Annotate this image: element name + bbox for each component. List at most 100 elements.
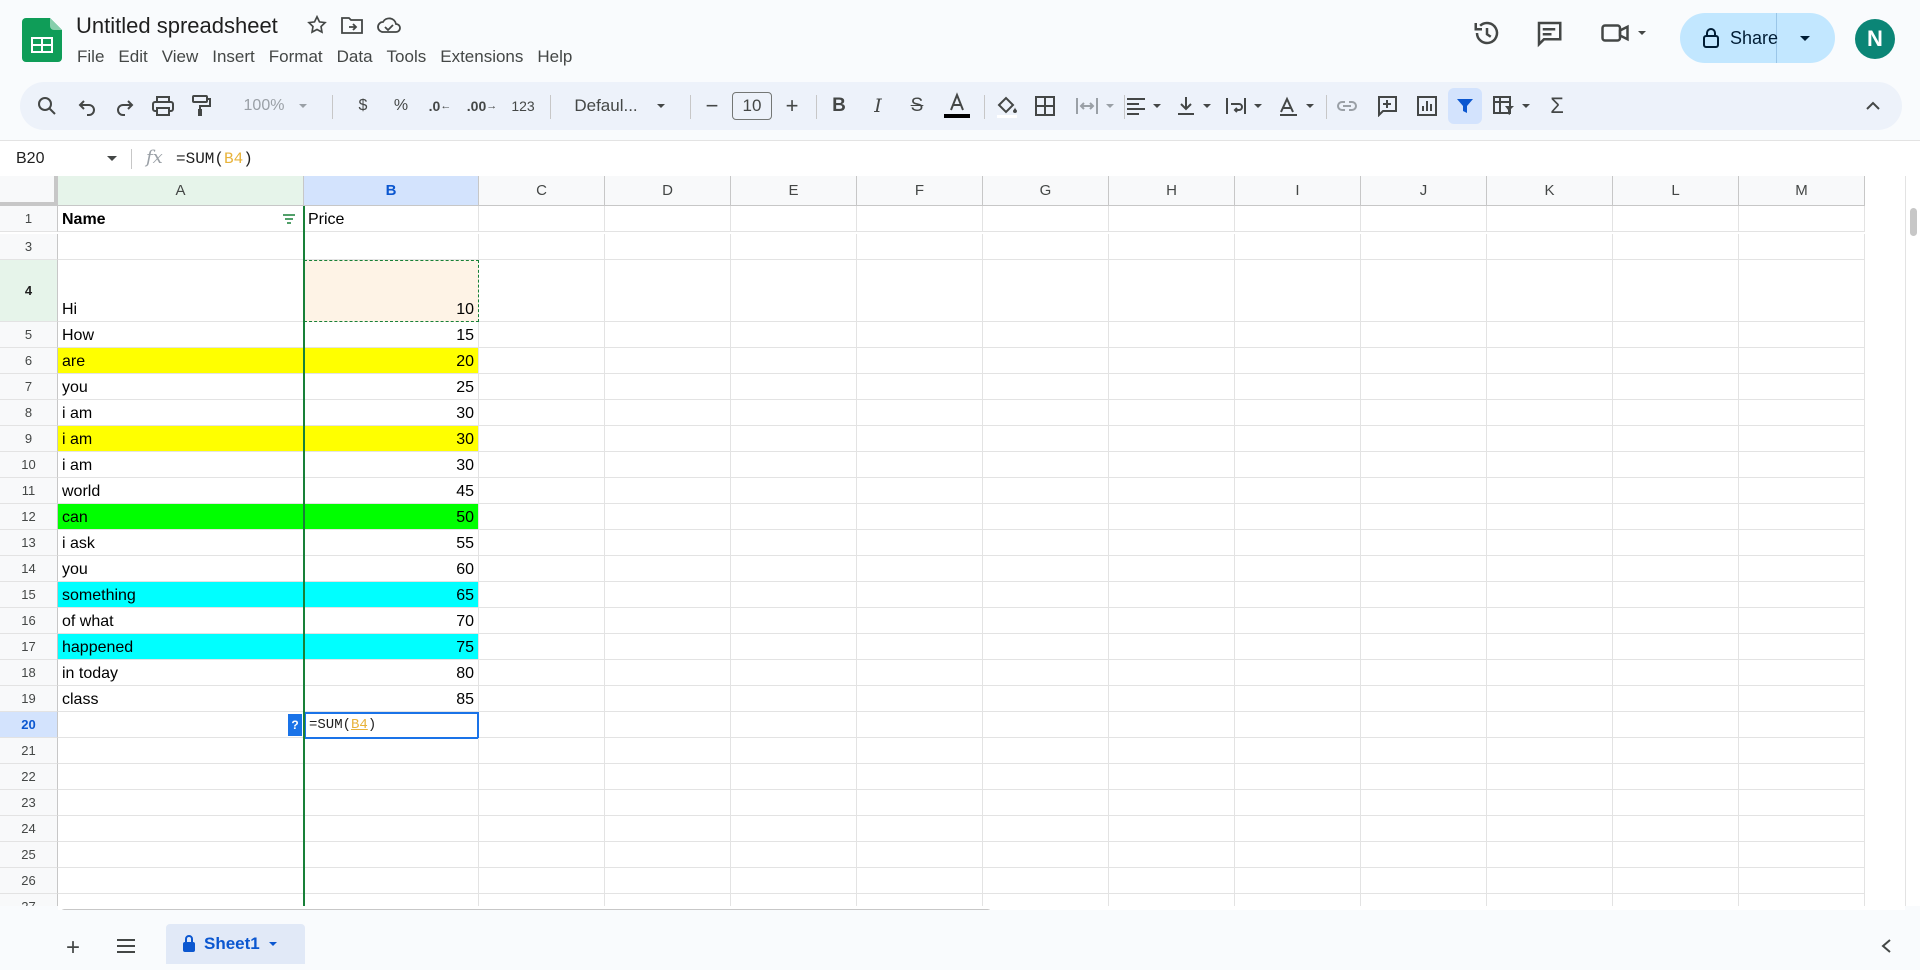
cell-d3[interactable]	[605, 234, 731, 260]
account-avatar[interactable]: N	[1855, 19, 1895, 59]
cell-i19[interactable]	[1235, 686, 1361, 712]
cell-a7[interactable]: you	[58, 374, 304, 400]
vertical-scrollbar[interactable]	[1905, 176, 1920, 906]
vertical-scroll-thumb[interactable]	[1910, 208, 1917, 236]
cell-k8[interactable]	[1487, 400, 1613, 426]
cell-j20[interactable]	[1361, 712, 1487, 738]
cell-i27[interactable]	[1235, 894, 1361, 906]
cell-c10[interactable]	[479, 452, 605, 478]
menu-help[interactable]: Help	[530, 46, 579, 70]
cell-h6[interactable]	[1109, 348, 1235, 374]
cell-l15[interactable]	[1613, 582, 1739, 608]
cell-e8[interactable]	[731, 400, 857, 426]
cell-j27[interactable]	[1361, 894, 1487, 906]
cell-d12[interactable]	[605, 504, 731, 530]
cell-b7[interactable]: 25	[304, 374, 479, 400]
cell-d13[interactable]	[605, 530, 731, 556]
cell-g6[interactable]	[983, 348, 1109, 374]
cell-m8[interactable]	[1739, 400, 1865, 426]
cell-f19[interactable]	[857, 686, 983, 712]
cell-m26[interactable]	[1739, 868, 1865, 894]
cell-b13[interactable]: 55	[304, 530, 479, 556]
borders-icon[interactable]	[1030, 82, 1060, 130]
cell-b16[interactable]: 70	[304, 608, 479, 634]
cell-f23[interactable]	[857, 790, 983, 816]
currency-format-button[interactable]: $	[350, 82, 376, 130]
cell-b21[interactable]	[304, 738, 479, 764]
cell-l6[interactable]	[1613, 348, 1739, 374]
star-icon[interactable]	[306, 14, 328, 36]
decrease-decimal-button[interactable]: .0 ←	[424, 82, 456, 130]
row-header-12[interactable]: 12	[0, 504, 58, 530]
row-header-10[interactable]: 10	[0, 452, 58, 478]
cell-e27[interactable]	[731, 894, 857, 906]
meet-button[interactable]	[1600, 18, 1648, 48]
cell-c6[interactable]	[479, 348, 605, 374]
cell-l13[interactable]	[1613, 530, 1739, 556]
cell-c1[interactable]	[479, 206, 605, 232]
cell-a3[interactable]	[58, 234, 304, 260]
cell-g11[interactable]	[983, 478, 1109, 504]
cell-l19[interactable]	[1613, 686, 1739, 712]
italic-button[interactable]: I	[865, 82, 891, 130]
cell-j23[interactable]	[1361, 790, 1487, 816]
cell-j11[interactable]	[1361, 478, 1487, 504]
cell-k1[interactable]	[1487, 206, 1613, 232]
cell-k6[interactable]	[1487, 348, 1613, 374]
text-wrapping-icon[interactable]	[1220, 82, 1268, 130]
cell-a24[interactable]	[58, 816, 304, 842]
row-header-25[interactable]: 25	[0, 842, 58, 868]
cell-l5[interactable]	[1613, 322, 1739, 348]
cell-m25[interactable]	[1739, 842, 1865, 868]
cell-i21[interactable]	[1235, 738, 1361, 764]
cell-l8[interactable]	[1613, 400, 1739, 426]
cell-j7[interactable]	[1361, 374, 1487, 400]
cell-l17[interactable]	[1613, 634, 1739, 660]
cell-k17[interactable]	[1487, 634, 1613, 660]
cell-a8[interactable]: i am	[58, 400, 304, 426]
cell-f11[interactable]	[857, 478, 983, 504]
cell-b3[interactable]	[304, 234, 479, 260]
cell-f5[interactable]	[857, 322, 983, 348]
cell-b6[interactable]: 20	[304, 348, 479, 374]
cell-e18[interactable]	[731, 660, 857, 686]
cell-k26[interactable]	[1487, 868, 1613, 894]
cell-f13[interactable]	[857, 530, 983, 556]
cell-b24[interactable]	[304, 816, 479, 842]
cell-b4[interactable]: 10	[304, 260, 479, 322]
cell-c11[interactable]	[479, 478, 605, 504]
row-header-27[interactable]: 27	[0, 894, 58, 906]
column-header-f[interactable]: F	[857, 176, 983, 206]
cell-m23[interactable]	[1739, 790, 1865, 816]
cell-a5[interactable]: How	[58, 322, 304, 348]
cell-k16[interactable]	[1487, 608, 1613, 634]
cell-g7[interactable]	[983, 374, 1109, 400]
cell-m5[interactable]	[1739, 322, 1865, 348]
cell-g3[interactable]	[983, 234, 1109, 260]
cell-d8[interactable]	[605, 400, 731, 426]
cell-f12[interactable]	[857, 504, 983, 530]
cell-e1[interactable]	[731, 206, 857, 232]
cell-h11[interactable]	[1109, 478, 1235, 504]
cell-c5[interactable]	[479, 322, 605, 348]
cell-k25[interactable]	[1487, 842, 1613, 868]
formula-help-button[interactable]: ?	[288, 714, 302, 736]
menu-file[interactable]: File	[70, 46, 111, 70]
cell-g14[interactable]	[983, 556, 1109, 582]
undo-icon[interactable]	[72, 82, 102, 130]
cell-j12[interactable]	[1361, 504, 1487, 530]
row-header-21[interactable]: 21	[0, 738, 58, 764]
cell-e14[interactable]	[731, 556, 857, 582]
cell-l23[interactable]	[1613, 790, 1739, 816]
cell-c24[interactable]	[479, 816, 605, 842]
cell-i20[interactable]	[1235, 712, 1361, 738]
cell-k5[interactable]	[1487, 322, 1613, 348]
cell-b8[interactable]: 30	[304, 400, 479, 426]
cell-i5[interactable]	[1235, 322, 1361, 348]
cell-i4[interactable]	[1235, 260, 1361, 322]
merge-cells-icon[interactable]	[1070, 82, 1120, 130]
cell-d11[interactable]	[605, 478, 731, 504]
row-header-8[interactable]: 8	[0, 400, 58, 426]
cell-k13[interactable]	[1487, 530, 1613, 556]
cell-f15[interactable]	[857, 582, 983, 608]
